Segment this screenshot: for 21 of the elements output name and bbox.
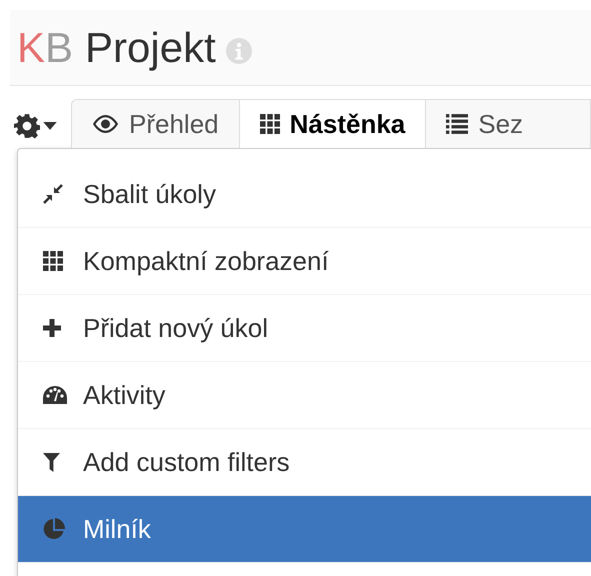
list-icon: [446, 114, 468, 134]
dashboard-icon: [43, 386, 67, 404]
grid-icon: [260, 114, 280, 134]
pie-chart-icon: [43, 518, 65, 540]
menu-item[interactable]: Kompaktní zobrazení: [18, 228, 591, 295]
eye-icon: [92, 115, 119, 133]
caret-icon: [43, 122, 57, 130]
menu-item[interactable]: Sbalit úkoly: [18, 161, 591, 228]
logo-letter: K: [17, 24, 46, 72]
menu-item[interactable]: Milník: [18, 496, 591, 563]
view-tab[interactable]: Sez: [426, 100, 590, 148]
settings-icon: [14, 113, 40, 139]
filter-icon: [43, 452, 60, 472]
grid-icon: [43, 251, 63, 271]
project-title: Projekt: [85, 24, 216, 72]
plus-icon: [43, 319, 61, 337]
compress-icon: [43, 184, 63, 204]
menu-item[interactable]: Aktivity: [18, 362, 591, 429]
menu-item[interactable]: Přidat nový úkol: [18, 295, 591, 362]
logo-letter: B: [45, 24, 74, 72]
view-tab[interactable]: Přehled: [72, 100, 240, 148]
